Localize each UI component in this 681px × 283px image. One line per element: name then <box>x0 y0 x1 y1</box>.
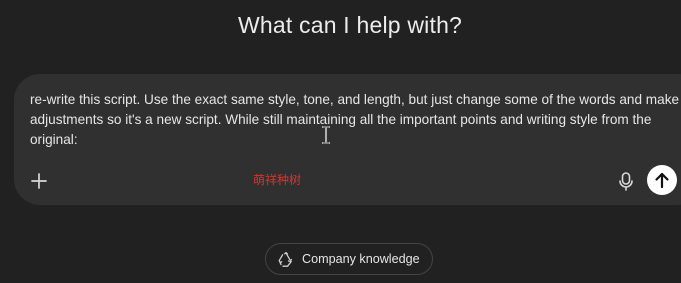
company-knowledge-button[interactable]: Company knowledge <box>265 243 433 275</box>
send-button[interactable] <box>647 165 677 195</box>
prompt-input[interactable]: re-write this script. Use the exact same… <box>30 90 681 150</box>
prompt-composer[interactable]: re-write this script. Use the exact same… <box>14 74 681 205</box>
voice-input-button[interactable] <box>615 169 637 193</box>
watermark-text: 萌祥种树 <box>253 173 302 187</box>
plus-icon <box>31 173 47 189</box>
text-cursor-icon <box>322 126 330 144</box>
recycle-icon <box>278 251 293 267</box>
arrow-up-icon <box>655 172 669 189</box>
page-title: What can I help with? <box>237 12 463 38</box>
company-knowledge-label: Company knowledge <box>302 252 420 266</box>
microphone-icon <box>619 172 633 191</box>
chat-home: What can I help with? re-write this scri… <box>0 0 681 283</box>
attach-button[interactable] <box>28 170 50 192</box>
